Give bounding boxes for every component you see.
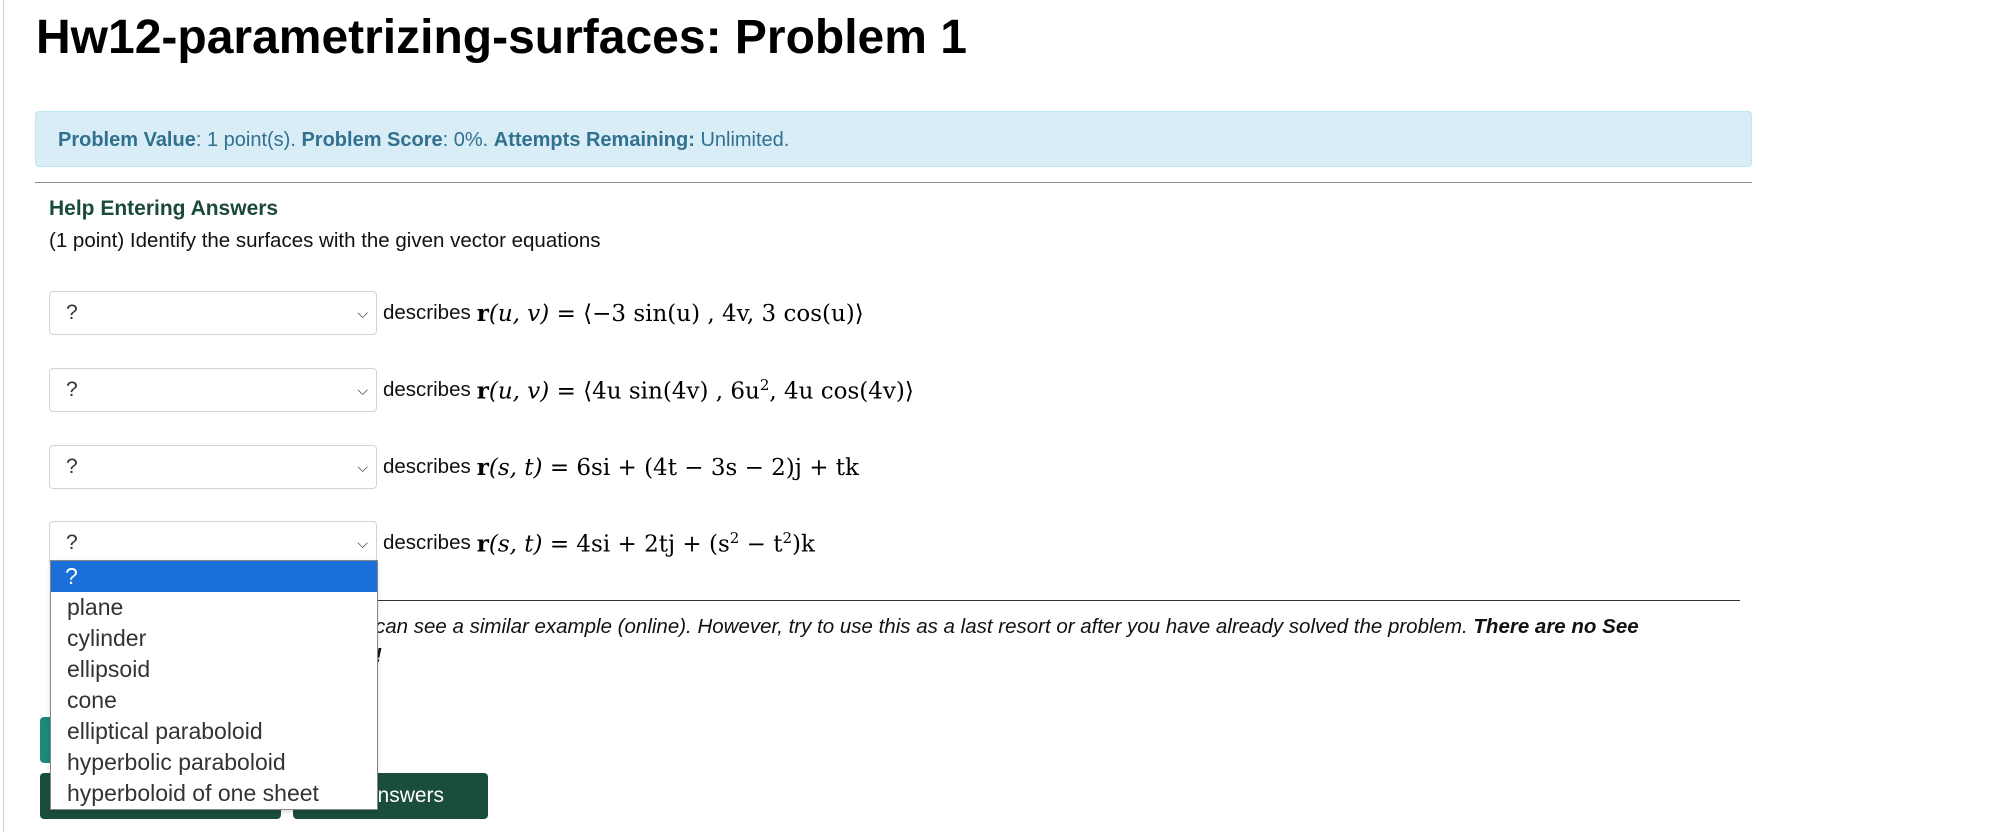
vector-equation-4: r(s, t) = 4si + 2tj + (s2 − t2)k: [476, 528, 815, 558]
chevron-down-icon: ⌵: [357, 382, 368, 398]
dropdown-option[interactable]: hyperboloid of one sheet: [51, 778, 377, 809]
left-border: [3, 0, 4, 832]
problem-score-text: : 0%.: [442, 129, 494, 151]
attempts-remaining-text: Unlimited.: [694, 129, 790, 151]
select-value: ?: [66, 531, 78, 554]
divider-top: [35, 182, 1752, 183]
chevron-down-icon: ⌵: [357, 459, 368, 475]
select-value: ?: [66, 455, 78, 478]
problem-value-label: Problem Value: [58, 129, 196, 151]
surface-select-1[interactable]: ? ⌵: [49, 291, 377, 335]
surface-select-2[interactable]: ? ⌵: [49, 368, 377, 412]
dropdown-option[interactable]: ?: [51, 561, 377, 592]
answer-row-1: ? ⌵ describes r(u, v) = ⟨−3 sin(u) , 4v,…: [49, 290, 864, 336]
vector-equation-2: r(u, v) = ⟨4u sin(4v) , 6u2, 4u cos(4v)⟩: [476, 375, 914, 405]
describes-label: describes: [383, 301, 471, 324]
select-value: ?: [66, 301, 78, 324]
surface-dropdown-list[interactable]: ? plane cylinder ellipsoid cone elliptic…: [50, 560, 378, 810]
answer-row-3: ? ⌵ describes r(s, t) = 6si + (4t − 3s −…: [49, 444, 859, 490]
surface-select-4[interactable]: ? ⌵: [49, 521, 377, 565]
help-entering-answers-link[interactable]: Help Entering Answers: [49, 197, 278, 221]
dropdown-option[interactable]: elliptical paraboloid: [51, 716, 377, 747]
chevron-down-icon: ⌵: [357, 305, 368, 321]
problem-prompt: (1 point) Identify the surfaces with the…: [49, 229, 601, 252]
attempts-remaining-label: Attempts Remaining:: [493, 129, 695, 151]
describes-label: describes: [383, 531, 471, 554]
dropdown-option[interactable]: plane: [51, 592, 377, 623]
describes-label: describes: [383, 378, 471, 401]
problem-value-text: : 1 point(s).: [195, 129, 302, 151]
page-title: Hw12-parametrizing-surfaces: Problem 1: [36, 11, 967, 64]
dropdown-option[interactable]: ellipsoid: [51, 654, 377, 685]
dropdown-option[interactable]: cone: [51, 685, 377, 716]
vector-equation-3: r(s, t) = 6si + (4t − 3s − 2)j + tk: [476, 453, 859, 481]
chevron-down-icon: ⌵: [357, 535, 368, 551]
answer-row-2: ? ⌵ describes r(u, v) = ⟨4u sin(4v) , 6u…: [49, 367, 914, 413]
hint-note: can see a similar example (online). Howe…: [375, 615, 1639, 638]
dropdown-option[interactable]: cylinder: [51, 623, 377, 654]
problem-info-box: Problem Value: 1 point(s). Problem Score…: [35, 111, 1752, 167]
problem-score-label: Problem Score: [301, 129, 443, 151]
describes-label: describes: [383, 455, 471, 478]
surface-select-3[interactable]: ? ⌵: [49, 445, 377, 489]
dropdown-option[interactable]: hyperbolic paraboloid: [51, 747, 377, 778]
divider-bottom: [365, 600, 1740, 601]
vector-equation-1: r(u, v) = ⟨−3 sin(u) , 4v, 3 cos(u)⟩: [476, 299, 864, 327]
select-value: ?: [66, 378, 78, 401]
